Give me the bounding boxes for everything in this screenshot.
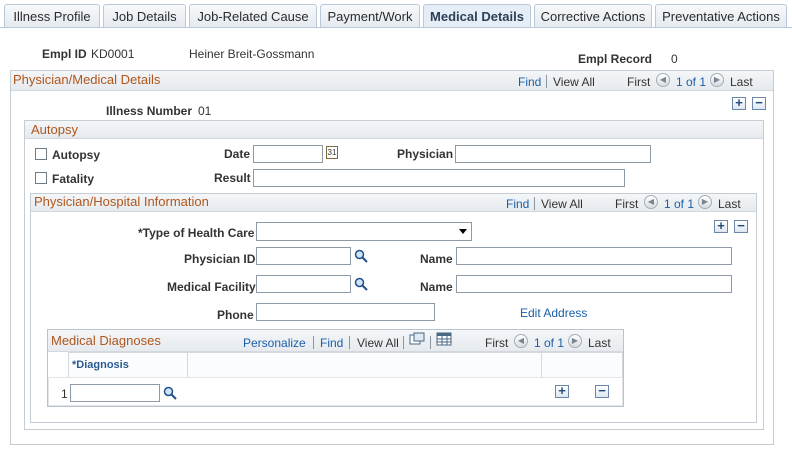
diagnosis-column-header[interactable]: *Diagnosis: [72, 359, 129, 371]
facility-name-label: Name: [420, 280, 453, 294]
tab-illness-profile[interactable]: Illness Profile: [4, 4, 100, 28]
new-window-icon[interactable]: [409, 332, 425, 346]
physician-id-label: Physician ID: [184, 252, 256, 266]
autopsy-title: Autopsy: [31, 122, 78, 137]
tab-label: Corrective Actions: [540, 9, 646, 24]
view-all-link[interactable]: View All: [553, 75, 595, 89]
phone-input[interactable]: [256, 303, 435, 321]
last-label: Last: [730, 75, 753, 89]
delete-row-minus-icon[interactable]: −: [752, 96, 766, 110]
empl-record-value: 0: [671, 52, 678, 66]
fatality-label: Fatality: [52, 172, 95, 186]
physician-name-label: Name: [420, 252, 453, 266]
autopsy-header: [25, 121, 763, 139]
calendar-icon-text: 31: [327, 148, 337, 157]
emplid-value: KD0001: [91, 47, 135, 61]
delete-row-minus-icon[interactable]: −: [595, 384, 609, 398]
tab-label: Medical Details: [430, 9, 524, 24]
separator: [313, 336, 314, 349]
medical-facility-label: Medical Facility: [167, 280, 256, 294]
dropdown-arrow-icon: [459, 229, 467, 234]
view-all-link[interactable]: View All: [541, 197, 583, 211]
diagnosis-lookup-icon[interactable]: [162, 385, 178, 401]
employee-name: Heiner Breit-Gossmann: [189, 47, 315, 61]
find-link[interactable]: Find: [518, 75, 541, 89]
previous-arrow-icon[interactable]: ◀: [644, 195, 658, 209]
pager-count: 1 of 1: [664, 197, 695, 211]
add-row-plus-icon[interactable]: +: [555, 384, 569, 398]
medical-facility-input[interactable]: [256, 275, 351, 293]
physician-id-input[interactable]: [256, 247, 351, 265]
previous-arrow-icon[interactable]: ◀: [514, 334, 528, 348]
diagnoses-title: Medical Diagnoses: [51, 333, 161, 348]
date-label: Date: [224, 147, 251, 161]
physician-label: Physician: [397, 147, 454, 161]
find-link[interactable]: Find: [506, 197, 529, 211]
tab-label: Illness Profile: [13, 9, 91, 24]
delete-row-minus-icon[interactable]: −: [734, 219, 748, 233]
separator: [534, 197, 535, 210]
separator: [349, 336, 350, 349]
illness-number-label: Illness Number: [106, 104, 193, 118]
autopsy-label: Autopsy: [52, 148, 100, 162]
tab-divider: [0, 27, 792, 28]
tab-corrective-actions[interactable]: Corrective Actions: [534, 4, 652, 28]
separator: [403, 336, 404, 349]
tab-job-related-cause[interactable]: Job-Related Cause: [189, 4, 317, 28]
physician-input[interactable]: [455, 145, 651, 163]
add-row-plus-icon[interactable]: +: [714, 219, 728, 233]
download-grid-icon[interactable]: [436, 332, 452, 346]
result-input[interactable]: [253, 169, 625, 187]
result-label: Result: [214, 171, 251, 185]
find-link[interactable]: Find: [320, 336, 343, 350]
health-care-select[interactable]: [256, 222, 472, 241]
next-arrow-icon[interactable]: ▶: [698, 195, 712, 209]
physician-id-lookup-icon[interactable]: [353, 248, 369, 264]
next-arrow-icon[interactable]: ▶: [710, 73, 724, 87]
first-label: First: [615, 197, 639, 211]
personalize-link[interactable]: Personalize: [243, 336, 306, 350]
diagnosis-input[interactable]: [70, 384, 160, 402]
edit-address-link[interactable]: Edit Address: [520, 306, 587, 320]
tab-label: Payment/Work: [327, 9, 413, 24]
tab-medical-details[interactable]: Medical Details: [423, 4, 531, 28]
autopsy-checkbox[interactable]: [35, 148, 47, 160]
tab-preventative-actions[interactable]: Preventative Actions: [655, 4, 787, 28]
tab-label: Job Details: [112, 9, 177, 24]
tab-job-details[interactable]: Job Details: [103, 4, 186, 28]
first-label: First: [627, 75, 651, 89]
last-label: Last: [588, 336, 611, 350]
add-row-plus-icon[interactable]: +: [732, 96, 746, 110]
emplid-label: Empl ID: [42, 47, 87, 61]
illness-number-value: 01: [198, 104, 212, 118]
last-label: Last: [718, 197, 741, 211]
tab-label: Preventative Actions: [662, 9, 780, 24]
pager-count: 1 of 1: [676, 75, 707, 89]
physician-medical-details-title: Physician/Medical Details: [13, 72, 161, 87]
phone-label: Phone: [217, 308, 254, 322]
column-header-filler: [187, 352, 542, 378]
pager-count: 1 of 1: [534, 336, 565, 350]
separator: [546, 75, 547, 88]
column-header-actions: [541, 352, 623, 378]
physician-name-input[interactable]: [456, 247, 732, 265]
tab-label: Job-Related Cause: [197, 9, 309, 24]
health-care-label: *Type of Health Care: [138, 226, 255, 240]
next-arrow-icon[interactable]: ▶: [568, 334, 582, 348]
separator: [430, 336, 431, 349]
date-input[interactable]: [253, 145, 323, 163]
tab-payment-work[interactable]: Payment/Work: [320, 4, 420, 28]
previous-arrow-icon[interactable]: ◀: [656, 73, 670, 87]
facility-name-input[interactable]: [456, 275, 732, 293]
row-number: 1: [61, 387, 68, 401]
fatality-checkbox[interactable]: [35, 172, 47, 184]
medical-facility-lookup-icon[interactable]: [353, 276, 369, 292]
calendar-icon[interactable]: 31: [326, 146, 338, 159]
empl-record-label: Empl Record: [578, 52, 653, 66]
hospital-info-title: Physician/Hospital Information: [34, 194, 209, 209]
view-all-link[interactable]: View All: [357, 336, 399, 350]
first-label: First: [485, 336, 509, 350]
